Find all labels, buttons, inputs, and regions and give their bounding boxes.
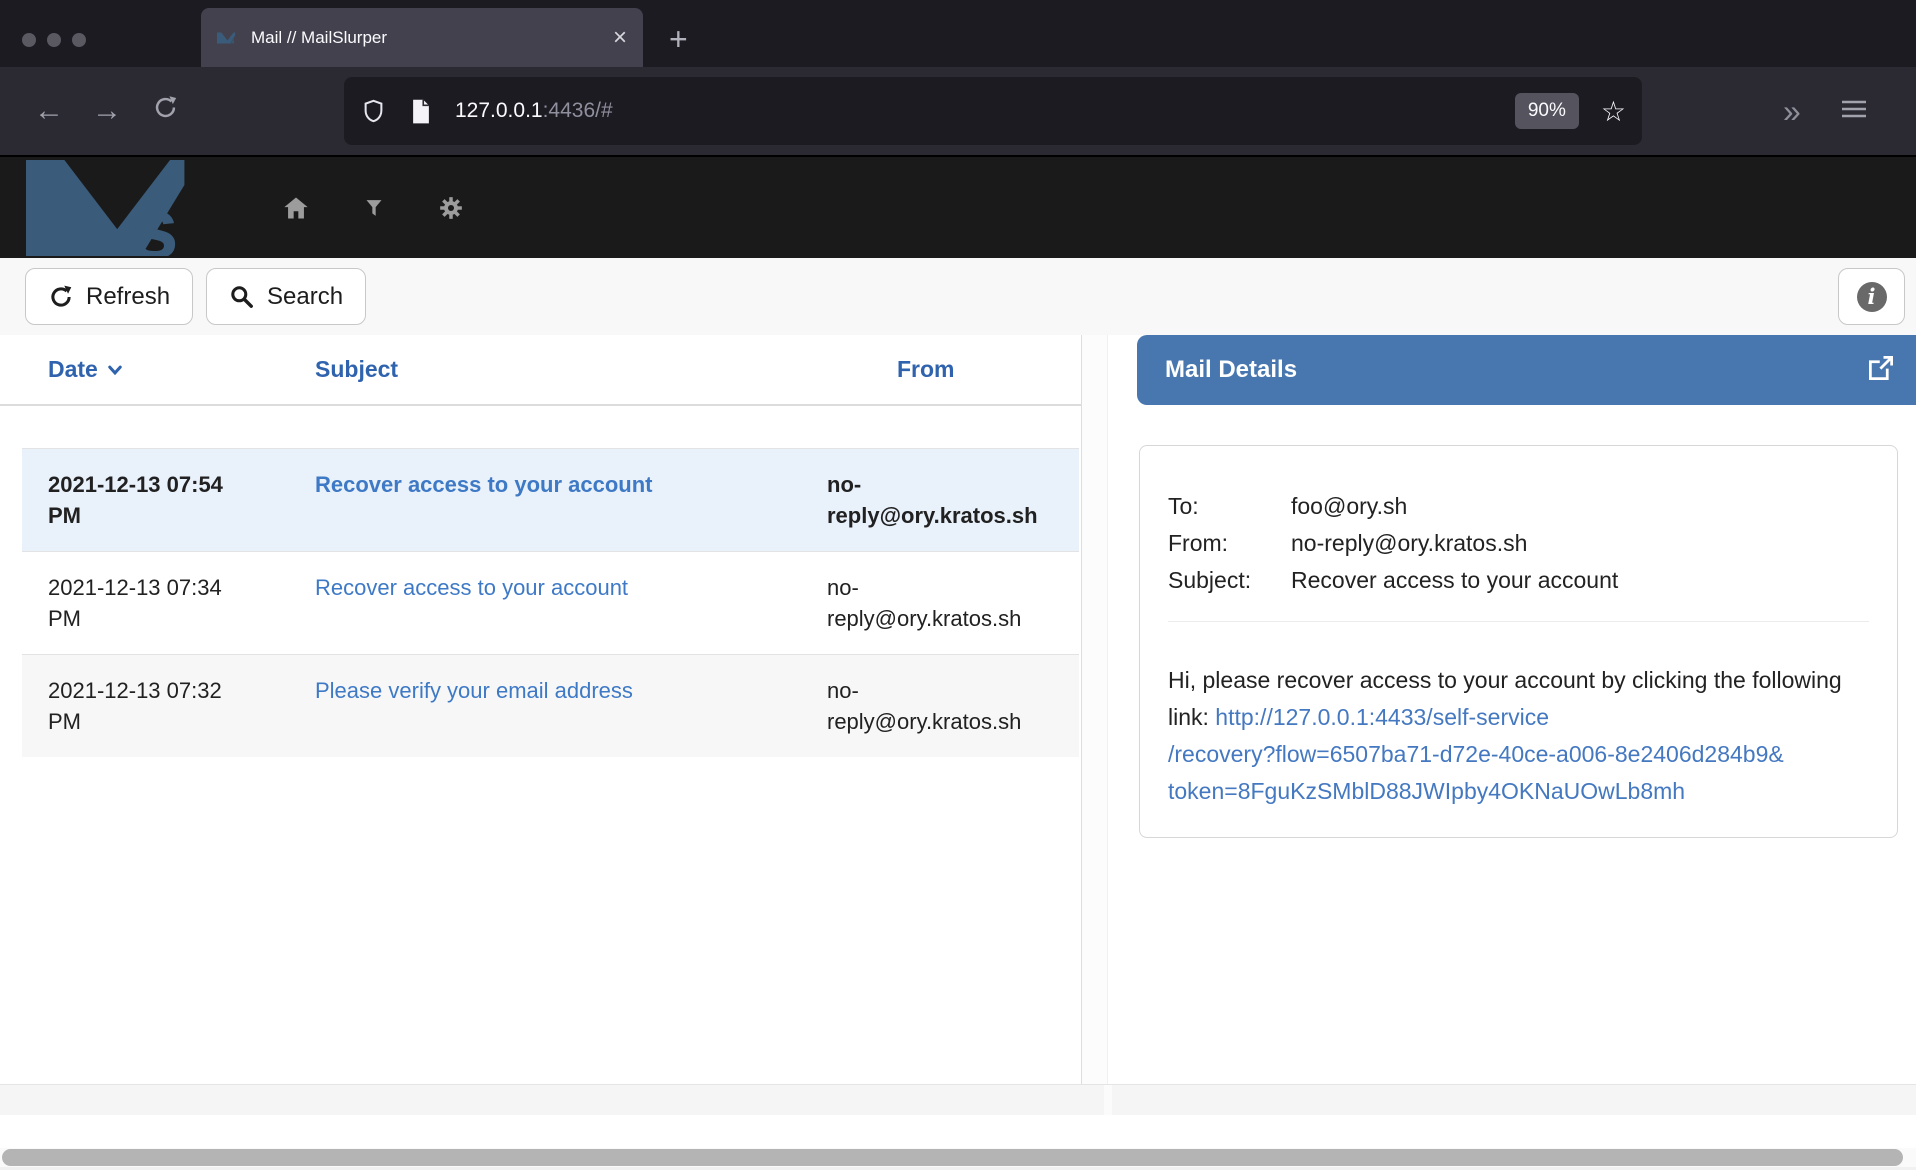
browser-nav-toolbar: ← → 127.0.0.1:4436/# 90% ☆ » bbox=[0, 67, 1916, 155]
url-text[interactable]: 127.0.0.1:4436/# bbox=[455, 99, 613, 123]
refresh-button[interactable]: Refresh bbox=[25, 268, 193, 325]
mail-date: 2021-12-13 07:54 PM bbox=[48, 469, 260, 531]
recovery-link[interactable]: http://127.0.0.1:4433/self-service/recov… bbox=[1168, 704, 1858, 810]
page-icon[interactable] bbox=[409, 98, 433, 125]
logo-s-text: s bbox=[130, 177, 179, 255]
recovery-link-part: http://127.0.0.1:4433/self-service bbox=[1215, 704, 1549, 730]
mail-list-header: Date Subject From bbox=[0, 335, 1081, 406]
from-header-label: From bbox=[897, 356, 955, 383]
browser-tab[interactable]: s Mail // MailSlurper × bbox=[201, 8, 643, 67]
home-icon[interactable] bbox=[282, 194, 310, 222]
column-header-date[interactable]: Date bbox=[48, 356, 315, 383]
svg-text:s: s bbox=[229, 35, 235, 46]
mail-row[interactable]: 2021-12-13 07:32 PM Please verify your e… bbox=[22, 654, 1079, 757]
subject-label: Subject: bbox=[1168, 562, 1291, 599]
horizontal-scrollbar[interactable] bbox=[0, 1148, 1916, 1167]
info-icon: i bbox=[1857, 282, 1887, 312]
action-bar: Refresh Search i bbox=[0, 258, 1916, 335]
mail-details-card: To: foo@ory.sh From: no-reply@ory.kratos… bbox=[1139, 445, 1898, 838]
shield-icon[interactable] bbox=[360, 98, 387, 125]
footer-divider-slit bbox=[1104, 1085, 1112, 1115]
meta-to-row: To: foo@ory.sh bbox=[1168, 488, 1869, 525]
mail-row[interactable]: 2021-12-13 07:54 PM Recover access to yo… bbox=[22, 448, 1079, 551]
to-value: foo@ory.sh bbox=[1291, 488, 1407, 525]
back-icon[interactable]: ← bbox=[20, 94, 78, 128]
app-nav-icons bbox=[282, 194, 464, 222]
meta-subject-row: Subject: Recover access to your account bbox=[1168, 562, 1869, 599]
window-control-dot[interactable] bbox=[22, 33, 36, 47]
browser-tab-strip: s Mail // MailSlurper × + bbox=[0, 0, 1916, 67]
refresh-icon bbox=[48, 284, 74, 310]
search-label: Search bbox=[267, 283, 343, 311]
recovery-link-part: token=8FguKzSMblD88JWIpby4OKNaUOwLb8mh bbox=[1168, 773, 1858, 810]
mail-details-header: Mail Details bbox=[1137, 335, 1916, 405]
mail-rows: 2021-12-13 07:54 PM Recover access to yo… bbox=[22, 448, 1079, 757]
url-host: 127.0.0.1 bbox=[455, 99, 543, 122]
from-label: From: bbox=[1168, 525, 1291, 562]
mail-from: no-reply@ory.kratos.sh bbox=[827, 469, 1045, 531]
mail-from: no-reply@ory.kratos.sh bbox=[827, 675, 1045, 737]
mail-subject-link[interactable]: Recover access to your account bbox=[315, 572, 827, 634]
footer-white-band bbox=[0, 1115, 1916, 1148]
date-header-label: Date bbox=[48, 356, 98, 383]
meta-divider bbox=[1168, 621, 1869, 622]
horizontal-scrollbar-thumb[interactable] bbox=[2, 1149, 1903, 1166]
footer-gray-band bbox=[0, 1085, 1916, 1115]
tab-title: Mail // MailSlurper bbox=[251, 28, 387, 48]
search-icon bbox=[229, 284, 255, 310]
subject-value: Recover access to your account bbox=[1291, 562, 1618, 599]
from-value: no-reply@ory.kratos.sh bbox=[1291, 525, 1527, 562]
column-header-from[interactable]: From bbox=[827, 356, 1081, 383]
url-port-path: :4436/# bbox=[543, 99, 613, 122]
column-header-subject[interactable]: Subject bbox=[315, 356, 827, 383]
mail-body: Hi, please recover access to your accoun… bbox=[1168, 662, 1858, 810]
mailslurper-favicon: s bbox=[217, 27, 239, 49]
info-button[interactable]: i bbox=[1838, 268, 1905, 325]
mail-details-panel: Mail Details To: foo@ory.sh From: no-rep… bbox=[1108, 335, 1916, 1084]
mailslurper-logo: s bbox=[24, 160, 220, 256]
overflow-chevron-icon[interactable]: » bbox=[1783, 93, 1801, 130]
close-icon[interactable]: × bbox=[613, 26, 627, 50]
recovery-link-part: /recovery?flow=6507ba71-d72e-40ce-a006-8… bbox=[1168, 736, 1858, 773]
meta-from-row: From: no-reply@ory.kratos.sh bbox=[1168, 525, 1869, 562]
to-label: To: bbox=[1168, 488, 1291, 525]
settings-icon[interactable] bbox=[438, 195, 464, 221]
new-tab-icon[interactable]: + bbox=[669, 23, 688, 55]
mail-from: no-reply@ory.kratos.sh bbox=[827, 572, 1045, 634]
external-link-icon[interactable] bbox=[1866, 353, 1896, 388]
window-control-dot[interactable] bbox=[72, 33, 86, 47]
mail-date: 2021-12-13 07:34 PM bbox=[48, 572, 260, 634]
sort-desc-icon bbox=[108, 365, 122, 375]
mail-details-title: Mail Details bbox=[1165, 356, 1297, 384]
filter-icon[interactable] bbox=[364, 195, 384, 221]
main-content: Date Subject From 2021-12-13 07:54 PM Re… bbox=[0, 335, 1916, 1085]
menu-icon[interactable] bbox=[1839, 97, 1869, 126]
app-header: s bbox=[0, 155, 1916, 258]
mail-row[interactable]: 2021-12-13 07:34 PM Recover access to yo… bbox=[22, 551, 1079, 654]
mail-date: 2021-12-13 07:32 PM bbox=[48, 675, 260, 737]
window-control-dot[interactable] bbox=[47, 33, 61, 47]
window-controls[interactable] bbox=[22, 33, 86, 47]
url-bar[interactable]: 127.0.0.1:4436/# 90% ☆ bbox=[344, 77, 1642, 145]
zoom-level-badge[interactable]: 90% bbox=[1515, 93, 1579, 129]
mail-subject-link[interactable]: Please verify your email address bbox=[315, 675, 827, 737]
mail-subject-link[interactable]: Recover access to your account bbox=[315, 469, 827, 531]
bookmark-star-icon[interactable]: ☆ bbox=[1601, 95, 1626, 128]
mail-list-panel: Date Subject From 2021-12-13 07:54 PM Re… bbox=[0, 335, 1082, 1084]
forward-icon[interactable]: → bbox=[78, 94, 136, 128]
panel-divider bbox=[1082, 335, 1108, 1084]
reload-icon[interactable] bbox=[136, 94, 194, 129]
refresh-label: Refresh bbox=[86, 283, 170, 311]
search-button[interactable]: Search bbox=[206, 268, 366, 325]
